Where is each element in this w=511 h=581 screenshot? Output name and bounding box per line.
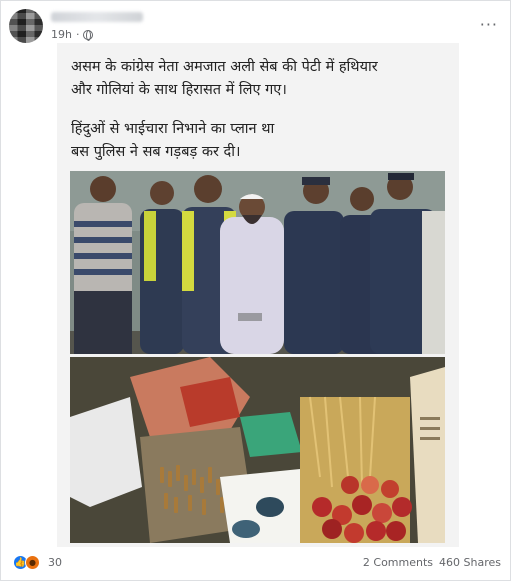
image-text-line-4: बस पुलिस ने सब गड़बड़ कर दी। — [71, 144, 241, 160]
image-text-line-2: और गोलियां के साथ हिरासत में लिए गए। — [71, 82, 287, 98]
post-footer: 👍 ● 30 2 Comments 460 Shares — [13, 554, 501, 576]
post-header: 19h · ··· — [9, 7, 504, 43]
globe-icon — [83, 29, 94, 41]
image-text-line-3: हिंदुओं से भाईचारा निभाने का प्लान था — [71, 121, 275, 137]
post-timestamp[interactable]: 19h — [51, 28, 72, 41]
seized-items-illustration — [70, 357, 445, 543]
shares-count-link[interactable]: 460 Shares — [439, 556, 501, 569]
author-avatar[interactable] — [9, 9, 43, 43]
arrest-photo — [70, 171, 445, 354]
arrest-photo-illustration — [70, 171, 445, 354]
seized-items-photo — [70, 357, 445, 543]
reactions-summary[interactable]: 👍 ● 30 — [13, 555, 62, 570]
more-options-icon[interactable]: ··· — [480, 15, 498, 34]
comments-count-link[interactable]: 2 Comments — [363, 556, 433, 569]
author-name-redacted[interactable] — [51, 12, 143, 22]
post-image[interactable]: असम के कांग्रेस नेता अमजात अली सेब की पे… — [57, 43, 459, 547]
image-text-line-1: असम के कांग्रेस नेता अमजात अली सेब की पे… — [71, 59, 378, 75]
reaction-count: 30 — [48, 556, 62, 569]
post-card: 19h · ··· असम के कांग्रेस नेता अमजात अली… — [0, 0, 511, 581]
angry-reaction-icon: ● — [25, 555, 40, 570]
engagement-stats: 2 Comments 460 Shares — [363, 556, 501, 569]
post-meta: 19h · — [51, 28, 94, 41]
